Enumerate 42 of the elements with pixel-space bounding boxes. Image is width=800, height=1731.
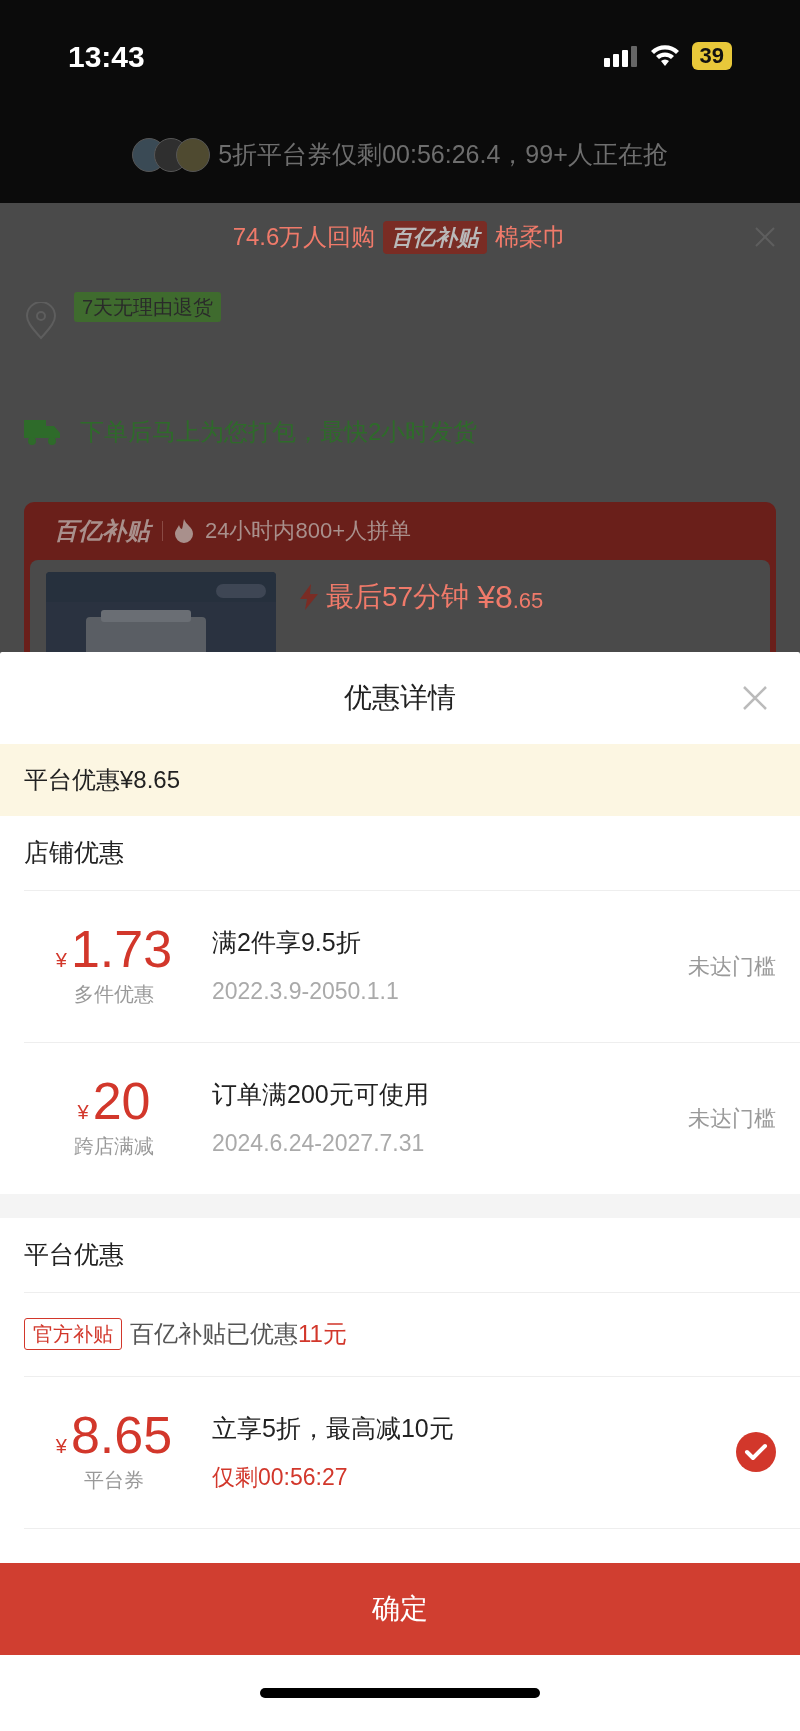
coupon-rule: 立享5折，最高减10元 [212,1413,455,1445]
platform-discount-total: 平台优惠¥8.65 [24,764,181,795]
avatar [176,137,211,172]
coupon-status: 未达门槛 [688,1104,776,1133]
coupon-name: 多件优惠 [74,982,154,1008]
currency-symbol: ¥ [77,1100,89,1126]
coupon-amount: 8.65 [70,1409,173,1462]
check-icon[interactable] [736,1432,776,1473]
coupon-amount: 1.73 [70,923,173,976]
subsidy-badge: 百亿补贴 [383,220,488,254]
coupon-detail: 2022.3.9-2050.1.1 [212,976,400,1006]
coupon-rule: 订单满200元可使用 [212,1079,430,1111]
status-time: 13:43 [68,38,145,75]
sheet-title: 优惠详情 [344,680,456,715]
lightning-icon [300,583,318,610]
coupon-amount: 20 [92,1075,151,1128]
flame-icon [175,518,193,543]
coupon-detail: 2024.6.24-2027.7.31 [212,1128,426,1158]
deal-price: ¥8.65 [477,577,544,617]
group-buy-count: 24小时内800+人拼单 [205,517,412,546]
official-subsidy-tag: 官方补贴 [24,1318,122,1351]
truck-icon [24,418,60,447]
battery-indicator: 39 [691,42,732,70]
coupon-notice: 5折平台券仅剩00:56:26.4，99+人正在抢 [218,139,668,170]
section-title: 平台优惠 [24,1239,124,1271]
product-name: 棉柔巾 [495,222,568,253]
return-policy-tag: 7天无理由退货 [74,292,222,322]
deal-countdown: 最后57分钟 [326,579,470,614]
section-title: 店铺优惠 [24,837,124,869]
confirm-button[interactable]: 确定 [0,1563,800,1655]
currency-symbol: ¥ [55,1434,67,1460]
coupon-rule: 满2件享9.5折 [212,927,362,959]
repurchase-count: 74.6万人回购 [232,222,376,253]
wifi-icon [649,45,680,67]
currency-symbol: ¥ [55,948,67,974]
close-icon[interactable] [742,684,768,711]
signal-icon [603,45,638,67]
coupon-name: 平台券 [84,1468,144,1494]
coupon-detail: 仅剩00:56:27 [212,1462,349,1492]
subsidy-savings: 百亿补贴已优惠11元 [130,1319,347,1350]
coupon-name: 跨店满减 [74,1134,154,1160]
coupon-status: 未达门槛 [688,952,776,981]
